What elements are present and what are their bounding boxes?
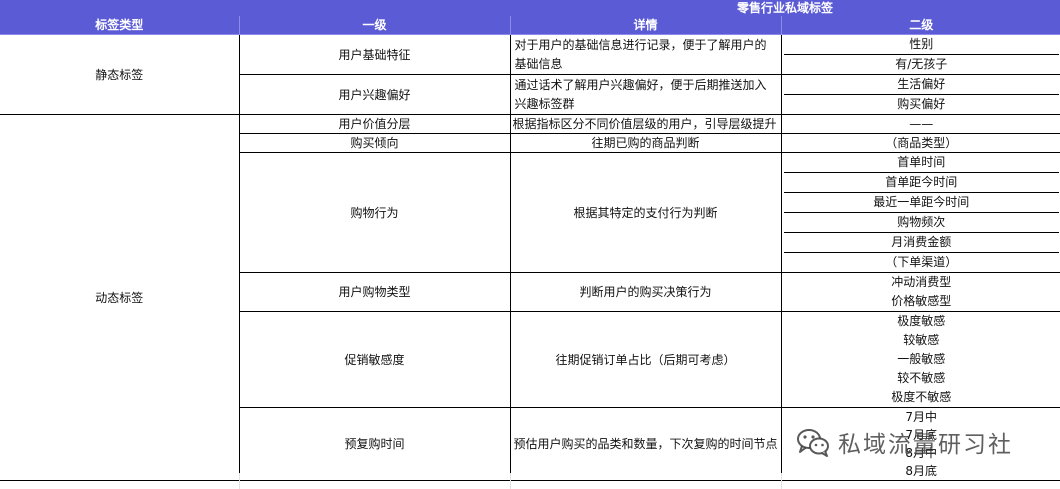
level2-cell[interactable]: 7月中 7月底 8月中 8月底	[780, 407, 1060, 481]
level2-item: 性别	[909, 37, 934, 51]
level1-cell[interactable]: 促销敏感度	[238, 311, 511, 408]
level2-item: 月消费金额	[783, 232, 1059, 252]
level2-item: 最近一单距今时间	[783, 192, 1059, 212]
level1-cell[interactable]: 用户购物类型	[238, 272, 511, 312]
level2-cell[interactable]: ——	[780, 114, 1060, 134]
level2-item: 较不敏感	[897, 371, 946, 385]
level1-cell[interactable]: 预复购时间	[238, 407, 511, 481]
level1-cell[interactable]: 购买倾向	[238, 133, 511, 153]
level2-item: 购物频次	[783, 212, 1059, 232]
empty-sheet-area	[0, 473, 1060, 489]
table-row: 动态标签 用户价值分层 根据指标区分不同价值层级的用户，引导层级提升 ——	[0, 114, 1060, 481]
detail-cell[interactable]: 往期已购的商品判断	[509, 133, 782, 153]
level2-item: 极度敏感	[897, 314, 946, 328]
level1-cell[interactable]: 用户价值分层	[238, 114, 511, 134]
level2-item: 8月中	[905, 446, 938, 460]
level2-item: 价格敏感型	[891, 294, 952, 308]
sheet-title-bar: 零售行业私域标签	[0, 0, 1060, 16]
level2-item: 极度不敏感	[891, 390, 952, 404]
level2-item: 一般敏感	[897, 352, 946, 366]
detail-cell[interactable]: 预估用户购买的品类和数量，下次复购的时间节点	[509, 407, 782, 481]
level2-item: 首单距今时间	[783, 172, 1059, 192]
tag-type-cell[interactable]: 静态标签	[0, 34, 240, 115]
detail-cell[interactable]: 根据其特定的支付行为判断	[509, 152, 782, 273]
table-row: 静态标签 用户基础特征 对于用户的基础信息进行记录，便于了解用户的基础信息 性别…	[0, 34, 1060, 115]
level2-item: 冲动消费型	[891, 275, 952, 289]
header-row: 标签类型 一级 详情 二级	[0, 16, 1060, 35]
level2-item: 购买偏好	[783, 94, 1059, 114]
level1-cell[interactable]: 用户基础特征	[238, 34, 511, 75]
sheet-title: 零售行业私域标签	[736, 1, 833, 15]
header-tag-type: 标签类型	[0, 16, 240, 35]
level2-item: 7月底	[905, 428, 938, 442]
detail-cell[interactable]: 往期促销订单占比（后期可考虑）	[509, 311, 782, 408]
tag-type-cell[interactable]: 动态标签	[0, 114, 240, 481]
level2-item: （下单渠道）	[783, 252, 1059, 272]
level2-cell[interactable]: 冲动消费型 价格敏感型	[780, 272, 1060, 312]
level2-cell[interactable]: 极度敏感 较敏感 一般敏感 较不敏感 极度不敏感	[780, 311, 1060, 408]
detail-cell[interactable]: 判断用户的购买决策行为	[509, 272, 782, 312]
level2-item: 较敏感	[903, 333, 940, 347]
detail-cell[interactable]: 根据指标区分不同价值层级的用户，引导层级提升	[509, 114, 782, 134]
level2-item: 首单时间	[897, 155, 946, 169]
level2-item: 有/无孩子	[783, 54, 1059, 74]
level2-item: 生活偏好	[897, 77, 946, 91]
tag-table: 标签类型 一级 详情 二级 静态标签 用户基础特征 对于用户的基础信息进行记录，…	[0, 16, 1060, 481]
level2-cell[interactable]: 生活偏好 购买偏好	[780, 74, 1060, 115]
header-level2: 二级	[780, 16, 1060, 35]
level2-cell[interactable]: （商品类型）	[780, 133, 1060, 153]
level1-cell[interactable]: 用户兴趣偏好	[238, 74, 511, 115]
level1-cell[interactable]: 购物行为	[238, 152, 511, 273]
detail-cell[interactable]: 对于用户的基础信息进行记录，便于了解用户的基础信息	[509, 34, 782, 75]
level2-cell[interactable]: 性别 有/无孩子	[780, 34, 1060, 75]
level2-cell[interactable]: 首单时间 首单距今时间 最近一单距今时间 购物频次 月消费金额 （下单渠道）	[780, 152, 1060, 273]
header-level1: 一级	[238, 16, 511, 35]
level2-item: 7月中	[905, 410, 938, 424]
header-detail: 详情	[509, 16, 782, 35]
detail-cell[interactable]: 通过话术了解用户兴趣偏好，便于后期推送加入兴趣标签群	[509, 74, 782, 115]
